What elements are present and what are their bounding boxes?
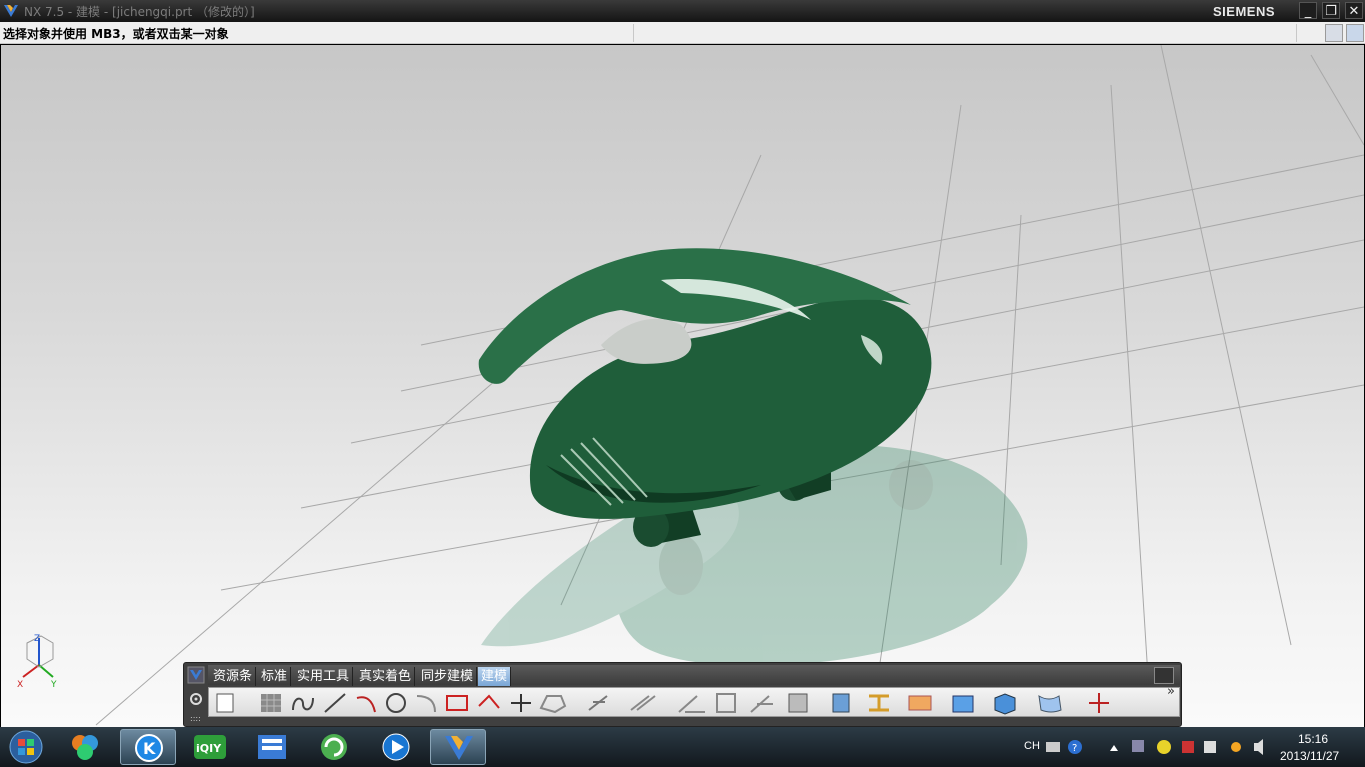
block-icon [788, 693, 808, 713]
fit-view-icon[interactable] [1346, 24, 1364, 42]
title-bar: NX 7.5 - 建模 - [jichengqi.prt （修改的）] SIEM… [0, 0, 1365, 22]
start-orb-icon[interactable] [6, 729, 46, 765]
circle-icon [386, 693, 406, 713]
flag-icon [1182, 741, 1194, 753]
refresh-app-icon[interactable] [306, 729, 362, 765]
device-icon [1204, 741, 1216, 753]
sweep-icon [952, 695, 974, 713]
more-tools-button[interactable]: » [1167, 684, 1175, 699]
minimize-button[interactable]: _ [1299, 2, 1317, 19]
tab-resource-bar[interactable]: 资源条 [210, 667, 257, 686]
selection-filter-icon[interactable] [1325, 24, 1343, 42]
svg-text:?: ? [1072, 743, 1077, 754]
cylinder-icon [908, 695, 932, 711]
media-player-icon[interactable] [368, 729, 424, 765]
file-manager-icon[interactable] [244, 729, 300, 765]
icon-row: » [208, 684, 1180, 717]
status-divider [633, 24, 634, 42]
cube-icon [994, 693, 1016, 715]
pattern-icon [716, 693, 736, 713]
tab-true-shading[interactable]: 真实着色 [356, 667, 416, 686]
taskbar: K iQIY CH ? 15:16 2013/11/27 [0, 727, 1365, 767]
revolve-icon [869, 694, 889, 712]
prompt-text: 选择对象并使用 MB3，或者双击某一对象 [3, 27, 229, 41]
datum-plus-icon [511, 694, 531, 712]
media-center-icon[interactable] [58, 729, 114, 765]
shaded-grid-icon [261, 694, 281, 712]
show-hidden-icon [1110, 745, 1118, 751]
offset-icon [630, 695, 656, 711]
prompt-bar: 选择对象并使用 MB3，或者双击某一对象 [0, 22, 1365, 44]
siemens-brand: SIEMENS [1213, 4, 1276, 19]
extrude-icon [832, 693, 850, 713]
triad-z-label: Z [34, 634, 40, 644]
tab-modeling[interactable]: 建模 [478, 667, 512, 686]
toolbar-handle: :::: [186, 665, 206, 725]
svg-text:::::: :::: [190, 714, 201, 723]
nx-logo-icon [4, 5, 18, 17]
line-icon [324, 693, 346, 713]
tab-utilities[interactable]: 实用工具 [294, 667, 354, 686]
toolbar-options-icon[interactable] [1154, 667, 1174, 684]
window-title: NX 7.5 - 建模 - [jichengqi.prt （修改的）] [24, 5, 255, 19]
ribbon-toolbar: :::: 资源条 标准 实用工具 真实着色 同步建模 建模 » [183, 662, 1182, 727]
mirror-icon [678, 695, 705, 713]
scene: Z X Y [17, 45, 1364, 726]
triad-y-label: Y [50, 680, 57, 690]
rectangle-icon [446, 695, 468, 711]
keyboard-icon [1046, 742, 1060, 752]
view-rectangle-icon [216, 693, 234, 713]
tab-strip: 资源条 标准 实用工具 真实着色 同步建模 建模 [208, 665, 1180, 686]
clock-date[interactable]: 2013/11/27 [1280, 749, 1339, 763]
language-indicator[interactable]: CH [1024, 740, 1040, 752]
restore-button[interactable]: ❐ [1322, 2, 1340, 19]
arc-icon [356, 696, 376, 713]
nx-app-icon[interactable] [430, 729, 486, 765]
csys-icon [1089, 693, 1109, 713]
kugou-icon[interactable]: K [120, 729, 176, 765]
view-triad-icon: Z X Y [17, 634, 57, 690]
spline-icon [292, 697, 314, 711]
polygon-icon [539, 695, 567, 714]
derived-icon [750, 695, 773, 713]
tab-sync-modeling[interactable]: 同步建模 [418, 667, 478, 686]
close-button[interactable]: ✕ [1345, 2, 1363, 19]
system-tray: ? [1046, 740, 1216, 754]
add-icon [1157, 740, 1171, 754]
status-divider [1296, 24, 1297, 42]
svg-text:K: K [143, 739, 156, 758]
point-icon [478, 694, 500, 709]
surface-icon [1038, 695, 1062, 713]
trim-icon [588, 695, 608, 711]
graphics-window[interactable]: Z X Y [1, 45, 1364, 727]
tab-standard[interactable]: 标准 [258, 667, 292, 686]
volume-icon[interactable] [1228, 737, 1268, 757]
triad-x-label: X [17, 680, 23, 690]
svg-text:iQIY: iQIY [196, 742, 222, 755]
fillet-icon [416, 695, 436, 713]
clock-time[interactable]: 15:16 [1298, 732, 1328, 746]
network-icon [1132, 740, 1144, 752]
iqiyi-icon[interactable]: iQIY [182, 729, 238, 765]
